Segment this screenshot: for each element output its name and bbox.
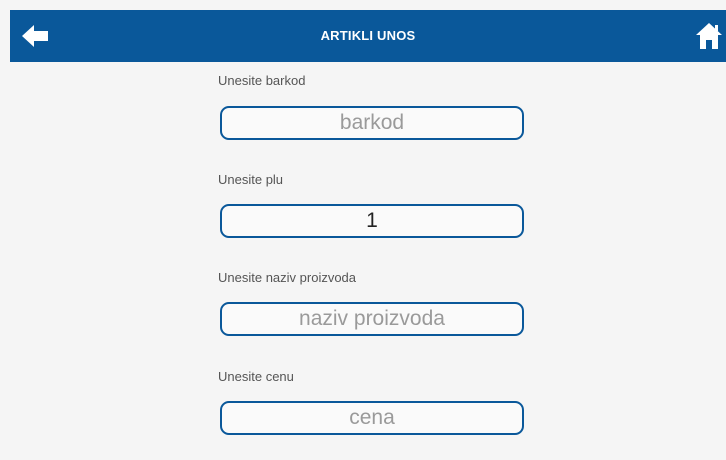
page-title: ARTIKLI UNOS [320, 28, 416, 43]
top-bar: ARTIKLI UNOS [10, 10, 726, 62]
price-input[interactable] [220, 401, 524, 435]
price-label: Unesite cenu [218, 369, 294, 384]
home-button[interactable] [694, 21, 724, 51]
plu-label: Unesite plu [218, 172, 284, 187]
product-name-label: Unesite naziv proizvoda [218, 270, 357, 285]
barcode-label: Unesite barkod [218, 73, 306, 88]
home-icon [696, 23, 722, 49]
product-name-input[interactable] [220, 302, 524, 336]
app-screen: ARTIKLI UNOS Unesite barkod Unesite plu … [0, 0, 726, 460]
barcode-input[interactable] [220, 106, 524, 140]
plu-input[interactable] [220, 204, 524, 238]
